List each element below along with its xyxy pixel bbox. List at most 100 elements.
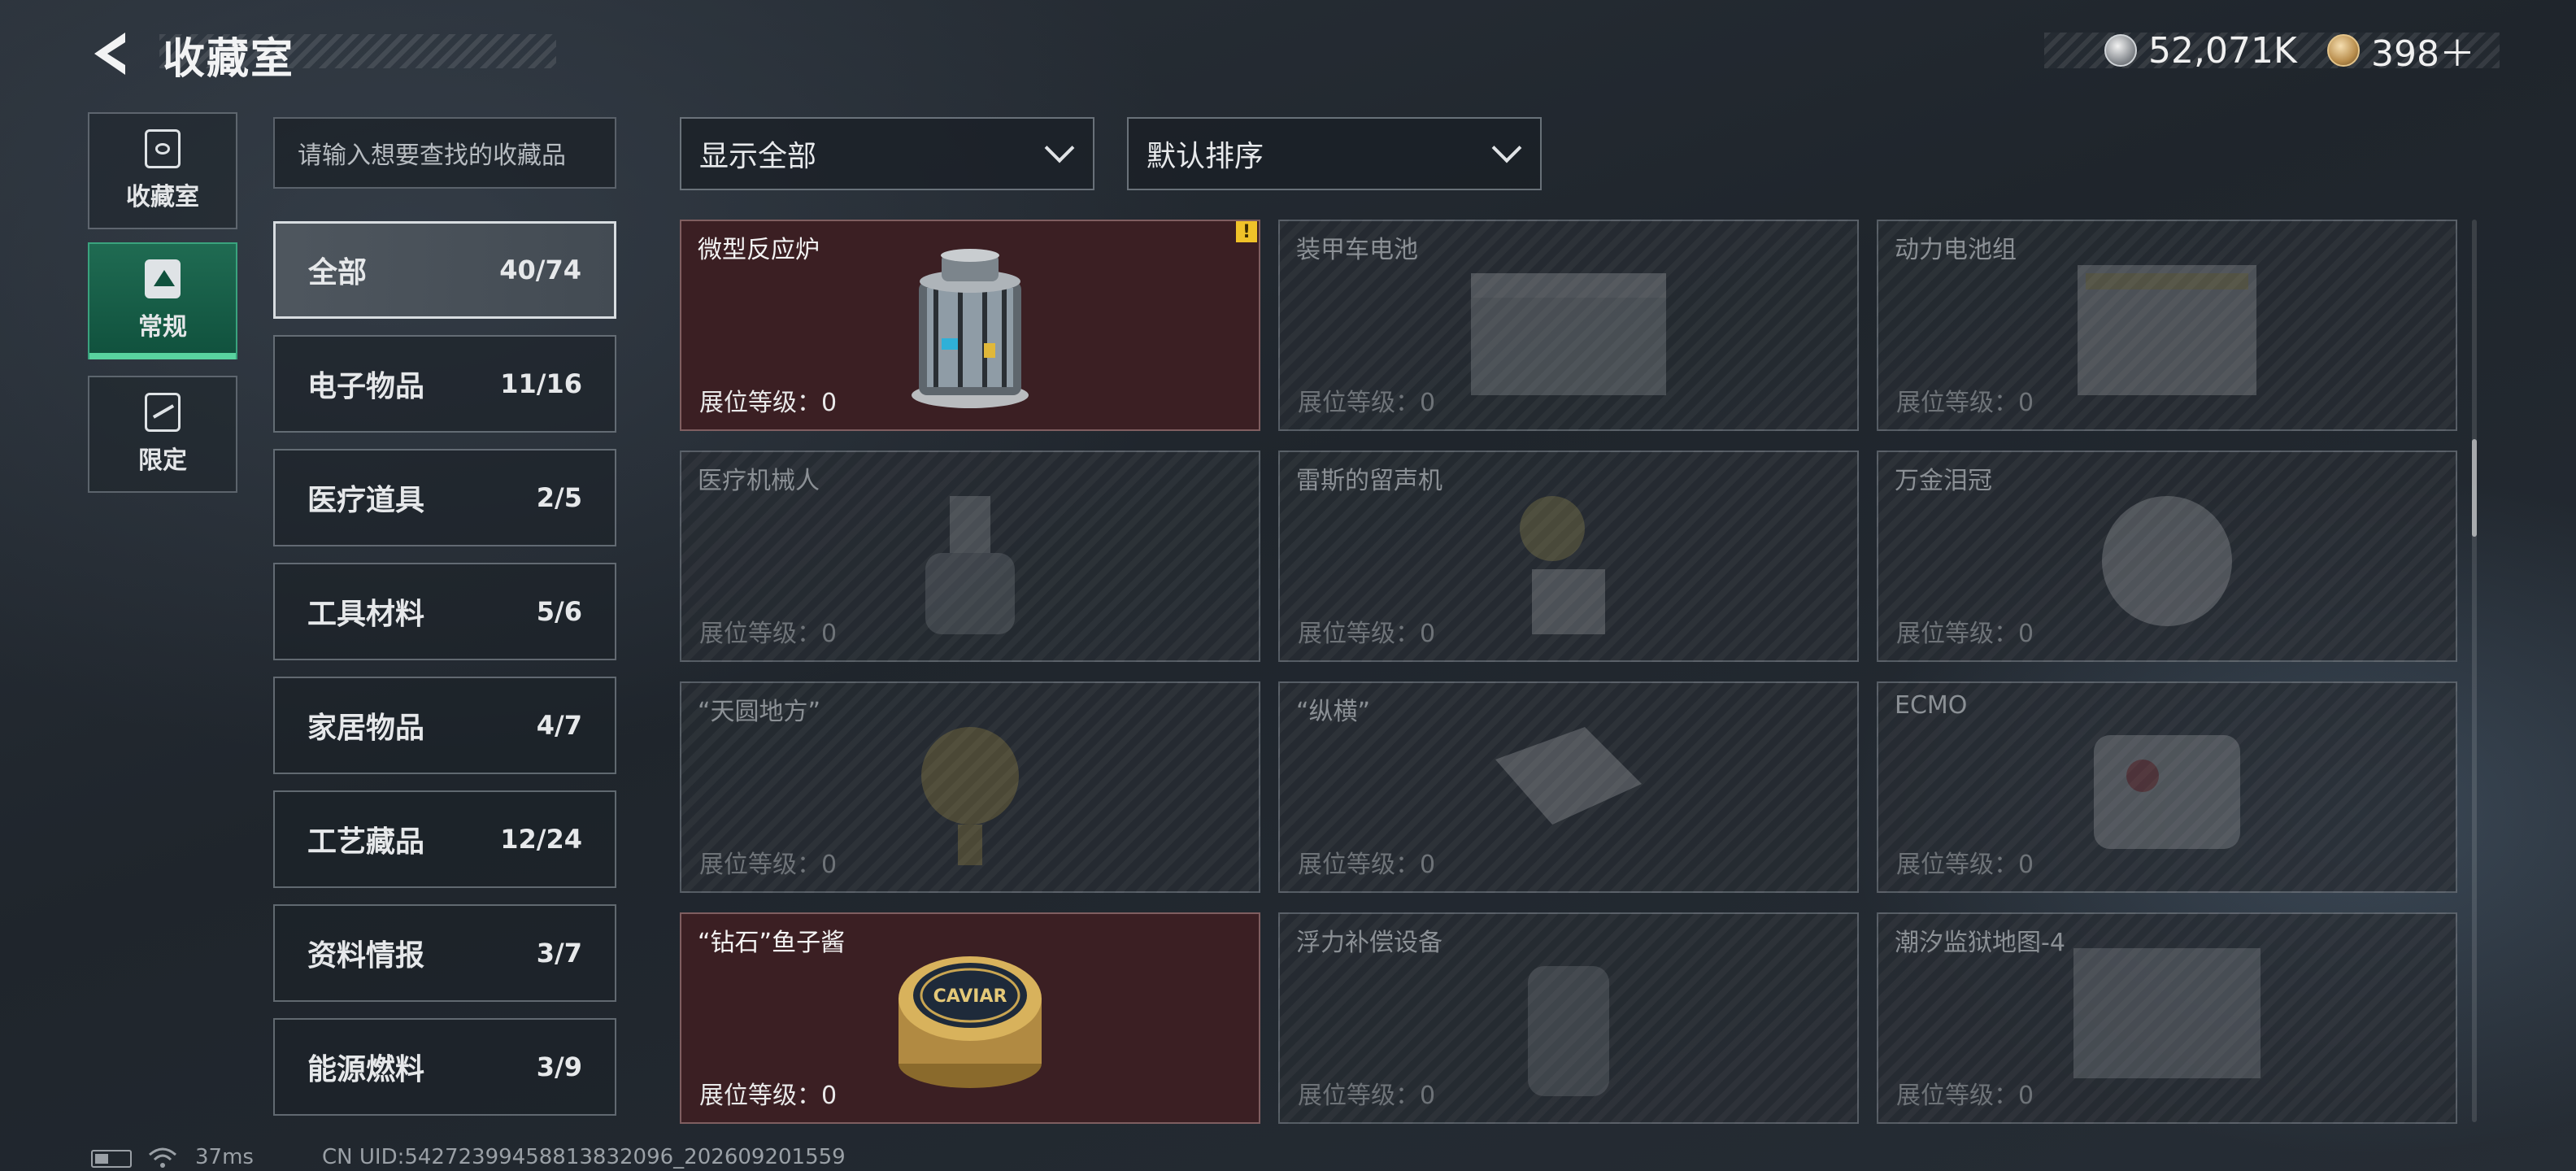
item-card-crown[interactable]: 万金泪冠 展位等级：0: [1877, 451, 2457, 662]
caviar-tin-icon: CAVIAR: [899, 956, 1042, 1088]
item-card-buoyancy-device[interactable]: 浮力补偿设备 展位等级：0: [1278, 912, 1859, 1124]
ecmo-icon: [2094, 735, 2240, 849]
item-name: 装甲车电池: [1296, 236, 1418, 264]
item-name: 潮汐监狱地图-4: [1895, 929, 2065, 957]
item-card-caviar[interactable]: “钻石”鱼子酱 CAVIAR 展位等级：0: [680, 912, 1260, 1124]
category-count: 3/7: [536, 938, 582, 969]
page-title: 收藏室: [163, 35, 295, 84]
item-name: “钻石”鱼子酱: [698, 929, 846, 957]
gold-coin-icon: [2327, 34, 2360, 67]
item-card-armored-battery[interactable]: 装甲车电池 展位等级：0: [1278, 220, 1859, 431]
item-card-gramophone[interactable]: 雷斯的留声机 展位等级：0: [1278, 451, 1859, 662]
side-tab-regular[interactable]: 常规: [88, 242, 237, 359]
back-button[interactable]: [88, 29, 137, 78]
item-name: 医疗机械人: [698, 467, 820, 495]
limited-items-icon: [145, 393, 181, 432]
currency-silver[interactable]: 52,071K: [2104, 29, 2297, 72]
category-count: 4/7: [536, 710, 582, 741]
side-tab-label: 收藏室: [126, 183, 199, 211]
category-label: 能源燃料: [307, 1053, 425, 1086]
side-tab-limited[interactable]: 限定: [88, 376, 237, 493]
item-card-prison-map[interactable]: 潮汐监狱地图-4 展位等级：0: [1877, 912, 2457, 1124]
gramophone-icon: [1520, 496, 1605, 634]
buoyancy-device-icon: [1528, 966, 1609, 1096]
item-card-medical-robot[interactable]: 医疗机械人 展位等级：0: [680, 451, 1260, 662]
search-input[interactable]: 请输入想要查找的收藏品: [273, 117, 616, 189]
silver-coin-icon: [2104, 34, 2137, 67]
medical-robot-icon: [925, 496, 1015, 634]
category-energy[interactable]: 能源燃料 3/9: [273, 1018, 616, 1116]
map-icon: [2073, 948, 2261, 1078]
item-level: 展位等级：0: [699, 620, 838, 648]
side-tab-label: 限定: [138, 446, 187, 475]
category-label: 工具材料: [307, 598, 425, 631]
category-count: 2/5: [536, 482, 582, 513]
category-label: 资料情报: [307, 939, 425, 973]
side-tab-label: 常规: [138, 313, 187, 342]
category-electronics[interactable]: 电子物品 11/16: [273, 335, 616, 433]
currency-gold-value: 398＋: [2371, 33, 2475, 75]
category-label: 医疗道具: [307, 484, 425, 517]
chevron-down-icon: [1490, 137, 1522, 170]
category-count: 40/74: [499, 255, 581, 285]
category-all[interactable]: 全部 40/74: [273, 221, 616, 319]
grid-scrollbar[interactable]: [2472, 220, 2477, 1122]
category-count: 12/24: [500, 824, 582, 855]
armored-battery-icon: [1471, 273, 1666, 395]
currency-gold[interactable]: 398＋: [2327, 29, 2475, 75]
item-level: 展位等级：0: [1298, 1082, 1436, 1110]
category-tools[interactable]: 工具材料 5/6: [273, 563, 616, 660]
category-crafts[interactable]: 工艺藏品 12/24: [273, 790, 616, 888]
sort-value: 默认排序: [1147, 140, 1264, 173]
item-level: 展位等级：0: [1896, 851, 2034, 879]
item-level: 展位等级：0: [1896, 620, 2034, 648]
item-level: 展位等级：0: [699, 851, 838, 879]
item-name: “天圆地方”: [698, 698, 821, 726]
item-name: 微型反应炉: [698, 236, 820, 264]
chevron-down-icon: [1042, 137, 1075, 170]
category-label: 全部: [308, 256, 368, 289]
item-level: 展位等级：0: [699, 389, 838, 417]
regular-items-icon: [145, 259, 181, 298]
globe-icon: [921, 727, 1019, 865]
crown-icon: [2102, 496, 2232, 626]
display-filter-value: 显示全部: [699, 140, 817, 173]
chessboard-icon: [1495, 727, 1642, 825]
item-level: 展位等级：0: [1298, 620, 1436, 648]
item-card-power-battery-pack[interactable]: 动力电池组 展位等级：0: [1877, 220, 2457, 431]
battery-icon: [91, 1150, 132, 1168]
item-name: 雷斯的留声机: [1296, 467, 1442, 495]
item-level: 展位等级：0: [1896, 1082, 2034, 1110]
category-label: 家居物品: [307, 712, 425, 745]
sort-dropdown[interactable]: 默认排序: [1127, 117, 1542, 190]
item-name: 动力电池组: [1895, 236, 2017, 264]
category-medical[interactable]: 医疗道具 2/5: [273, 449, 616, 546]
uid-text: CN UID:54272399458813832096_202609201559: [322, 1145, 846, 1169]
side-tab-collection-room[interactable]: 收藏室: [88, 112, 237, 229]
collection-room-icon: [145, 129, 181, 168]
ping-text: 37ms: [195, 1145, 254, 1169]
category-label: 工艺藏品: [307, 825, 425, 859]
caviar-tin-label: CAVIAR: [933, 986, 1007, 1007]
category-household[interactable]: 家居物品 4/7: [273, 677, 616, 774]
item-level: 展位等级：0: [1298, 389, 1436, 417]
item-name: 万金泪冠: [1895, 467, 1992, 495]
item-card-chessboard[interactable]: “纵横” 展位等级：0: [1278, 681, 1859, 893]
item-card-globe[interactable]: “天圆地方” 展位等级：0: [680, 681, 1260, 893]
category-intel[interactable]: 资料情报 3/7: [273, 904, 616, 1002]
power-battery-pack-icon: [2078, 265, 2256, 395]
item-name: “纵横”: [1296, 698, 1371, 726]
wifi-icon: [149, 1147, 176, 1168]
grid-scrollbar-thumb[interactable]: [2472, 439, 2477, 537]
item-level: 展位等级：0: [1298, 851, 1436, 879]
item-card-micro-reactor[interactable]: 微型反应炉 ! 展位等级：0: [680, 220, 1260, 431]
display-filter-dropdown[interactable]: 显示全部: [680, 117, 1094, 190]
category-count: 11/16: [500, 368, 582, 399]
item-level: 展位等级：0: [1896, 389, 2034, 417]
item-name: 浮力补偿设备: [1296, 929, 1442, 957]
item-level: 展位等级：0: [699, 1082, 838, 1110]
item-card-ecmo[interactable]: ECMO 展位等级：0: [1877, 681, 2457, 893]
item-name: ECMO: [1895, 691, 1968, 720]
category-count: 3/9: [536, 1051, 582, 1082]
back-arrow-icon: [94, 33, 125, 75]
